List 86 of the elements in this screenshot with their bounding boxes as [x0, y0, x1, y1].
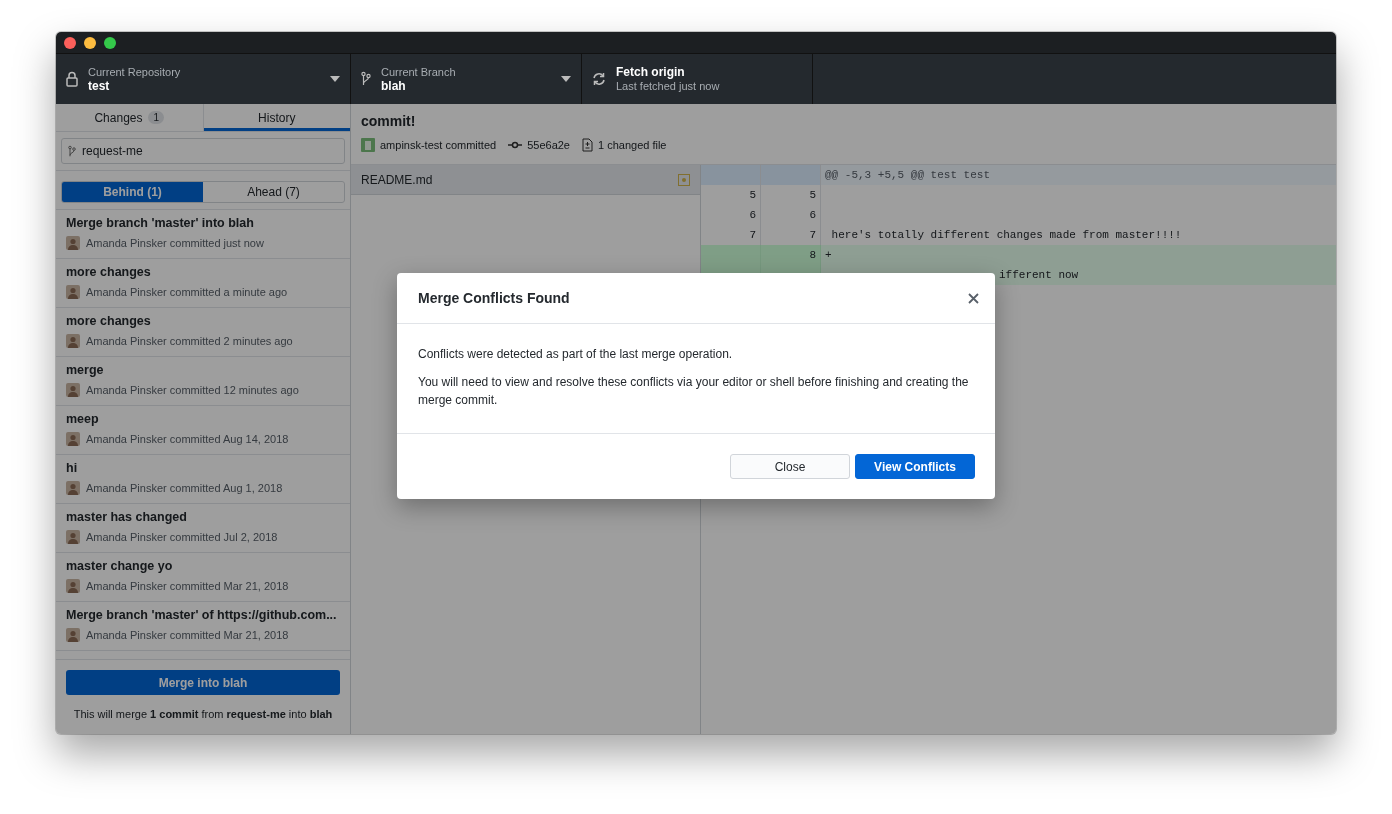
- commit-item[interactable]: more changes Amanda Pinsker committed 2 minutes ago: [56, 308, 350, 357]
- changed-files-count: 1 changed file: [598, 139, 667, 151]
- commit-item[interactable]: Merge branch 'master' into blah Amanda Pinsker committed just now: [56, 210, 350, 259]
- refresh-icon: [592, 72, 606, 86]
- commit-heading: commit!: [361, 113, 417, 129]
- commit-meta: Amanda Pinsker committed Mar 21, 2018: [86, 580, 289, 592]
- avatar-icon: [66, 432, 80, 446]
- avatar-icon: [66, 530, 80, 544]
- line-number: 8: [761, 245, 821, 265]
- merge-summary: This will merge 1 commit from request-me into blah: [72, 707, 334, 722]
- commit-item[interactable]: merge Amanda Pinsker committed 12 minutes ago: [56, 357, 350, 406]
- diff-line: ifferent now: [999, 269, 1079, 281]
- tab[interactable]: History: [202, 104, 350, 131]
- commit-title: more changes: [66, 314, 152, 328]
- commit-meta: Amanda Pinsker committed Mar 21, 2018: [86, 629, 289, 641]
- zoom-window-button[interactable]: [104, 36, 116, 49]
- file-name: README.md: [361, 172, 433, 187]
- commit-item[interactable]: master change yo Amanda Pinsker committed Mar 21, 2018: [56, 553, 350, 602]
- dialog-message: You will need to view and resolve these conflicts via your editor or shell before finishing and creating the merge commit.: [418, 374, 970, 409]
- tab[interactable]: Changes 1: [56, 104, 203, 131]
- modified-icon: [678, 173, 690, 186]
- commit-title: meep: [66, 412, 100, 426]
- close-window-button[interactable]: [64, 36, 76, 49]
- commit-meta: Amanda Pinsker committed 2 minutes ago: [86, 335, 293, 347]
- toolbar-label: Current Repository: [88, 65, 182, 79]
- repository-selector[interactable]: Current Repository test: [56, 54, 351, 104]
- compare-tab[interactable]: Behind (1): [62, 182, 203, 202]
- commit-title: merge: [66, 363, 105, 377]
- line-number: 6: [761, 205, 821, 225]
- commit-item[interactable]: more changes Amanda Pinsker committed a minute ago: [56, 259, 350, 308]
- count-badge: 1: [148, 111, 165, 124]
- commit-title: hi: [66, 461, 79, 475]
- close-icon[interactable]: [968, 292, 979, 304]
- caret-icon: [330, 76, 340, 82]
- diff-line: @@ -5,3 +5,5 @@ test test: [825, 169, 991, 181]
- avatar-icon: [66, 334, 80, 348]
- merge-button[interactable]: Merge into blah: [66, 670, 340, 695]
- line-number: 6: [701, 205, 761, 225]
- dialog-button[interactable]: View Conflicts: [855, 454, 975, 479]
- avatar-icon: [66, 628, 80, 642]
- avatar-icon: [66, 481, 80, 495]
- fetch-button[interactable]: Fetch origin Last fetched just now: [582, 54, 813, 104]
- commit-meta: Amanda Pinsker committed Aug 1, 2018: [86, 482, 283, 494]
- commit-meta: Amanda Pinsker committed just now: [86, 237, 264, 249]
- fetch-status: Last fetched just now: [616, 79, 721, 93]
- commit-title: master has changed: [66, 510, 188, 524]
- commit-item[interactable]: hi Amanda Pinsker committed Aug 1, 2018: [56, 455, 350, 504]
- branch-icon: [361, 71, 371, 87]
- line-number: 5: [761, 185, 821, 205]
- branch-filter-field[interactable]: request-me: [61, 138, 345, 164]
- toolbar-label: Current Branch: [381, 65, 457, 79]
- lock-icon: [66, 71, 78, 87]
- line-number: 5: [701, 185, 761, 205]
- commit-meta: Amanda Pinsker committed 12 minutes ago: [86, 384, 299, 396]
- commit-item[interactable]: meep Amanda Pinsker committed Aug 14, 2018: [56, 406, 350, 455]
- file-item[interactable]: README.md: [351, 165, 700, 195]
- repository-name: test: [88, 79, 111, 93]
- avatar-icon: [361, 138, 375, 152]
- diff-line: +: [825, 249, 832, 261]
- avatar-icon: [66, 383, 80, 397]
- avatar-icon: [66, 579, 80, 593]
- minimize-window-button[interactable]: [84, 36, 96, 49]
- commit-item[interactable]: Merge branch 'master' of https://github.com... Amanda Pinsker committed Mar 21, 2018: [56, 602, 350, 651]
- compare-tab[interactable]: Ahead (7): [203, 182, 344, 202]
- branch-selector[interactable]: Current Branch blah: [351, 54, 582, 104]
- commit-meta: Amanda Pinsker committed Jul 2, 2018: [86, 531, 278, 543]
- dialog-button[interactable]: Close: [730, 454, 850, 479]
- file-diff-icon: [582, 138, 593, 152]
- fetch-title: Fetch origin: [616, 65, 686, 79]
- commit-meta: Amanda Pinsker committed a minute ago: [86, 286, 288, 298]
- dialog-title: Merge Conflicts Found: [418, 290, 570, 306]
- commit-icon: [508, 141, 523, 149]
- commit-title: more changes: [66, 265, 152, 279]
- commit-meta: Amanda Pinsker committed Aug 14, 2018: [86, 433, 289, 445]
- commit-title: Merge branch 'master' into blah: [66, 216, 255, 230]
- dialog-message: Conflicts were detected as part of the last merge operation.: [418, 346, 734, 363]
- diff-line: here's totally different changes made from master!!!!: [830, 229, 1182, 241]
- commit-title: Merge branch 'master' of https://github.com...: [66, 608, 338, 622]
- commit-item[interactable]: master has changed Amanda Pinsker committed Jul 2, 2018: [56, 504, 350, 553]
- commit-author: ampinsk-test committed: [380, 139, 497, 151]
- commit-sha: 55e6a2e: [527, 139, 570, 151]
- avatar-icon: [66, 236, 80, 250]
- avatar-icon: [66, 285, 80, 299]
- commit-title: master change yo: [66, 559, 174, 573]
- branch-name: blah: [381, 79, 407, 93]
- caret-icon: [561, 76, 571, 82]
